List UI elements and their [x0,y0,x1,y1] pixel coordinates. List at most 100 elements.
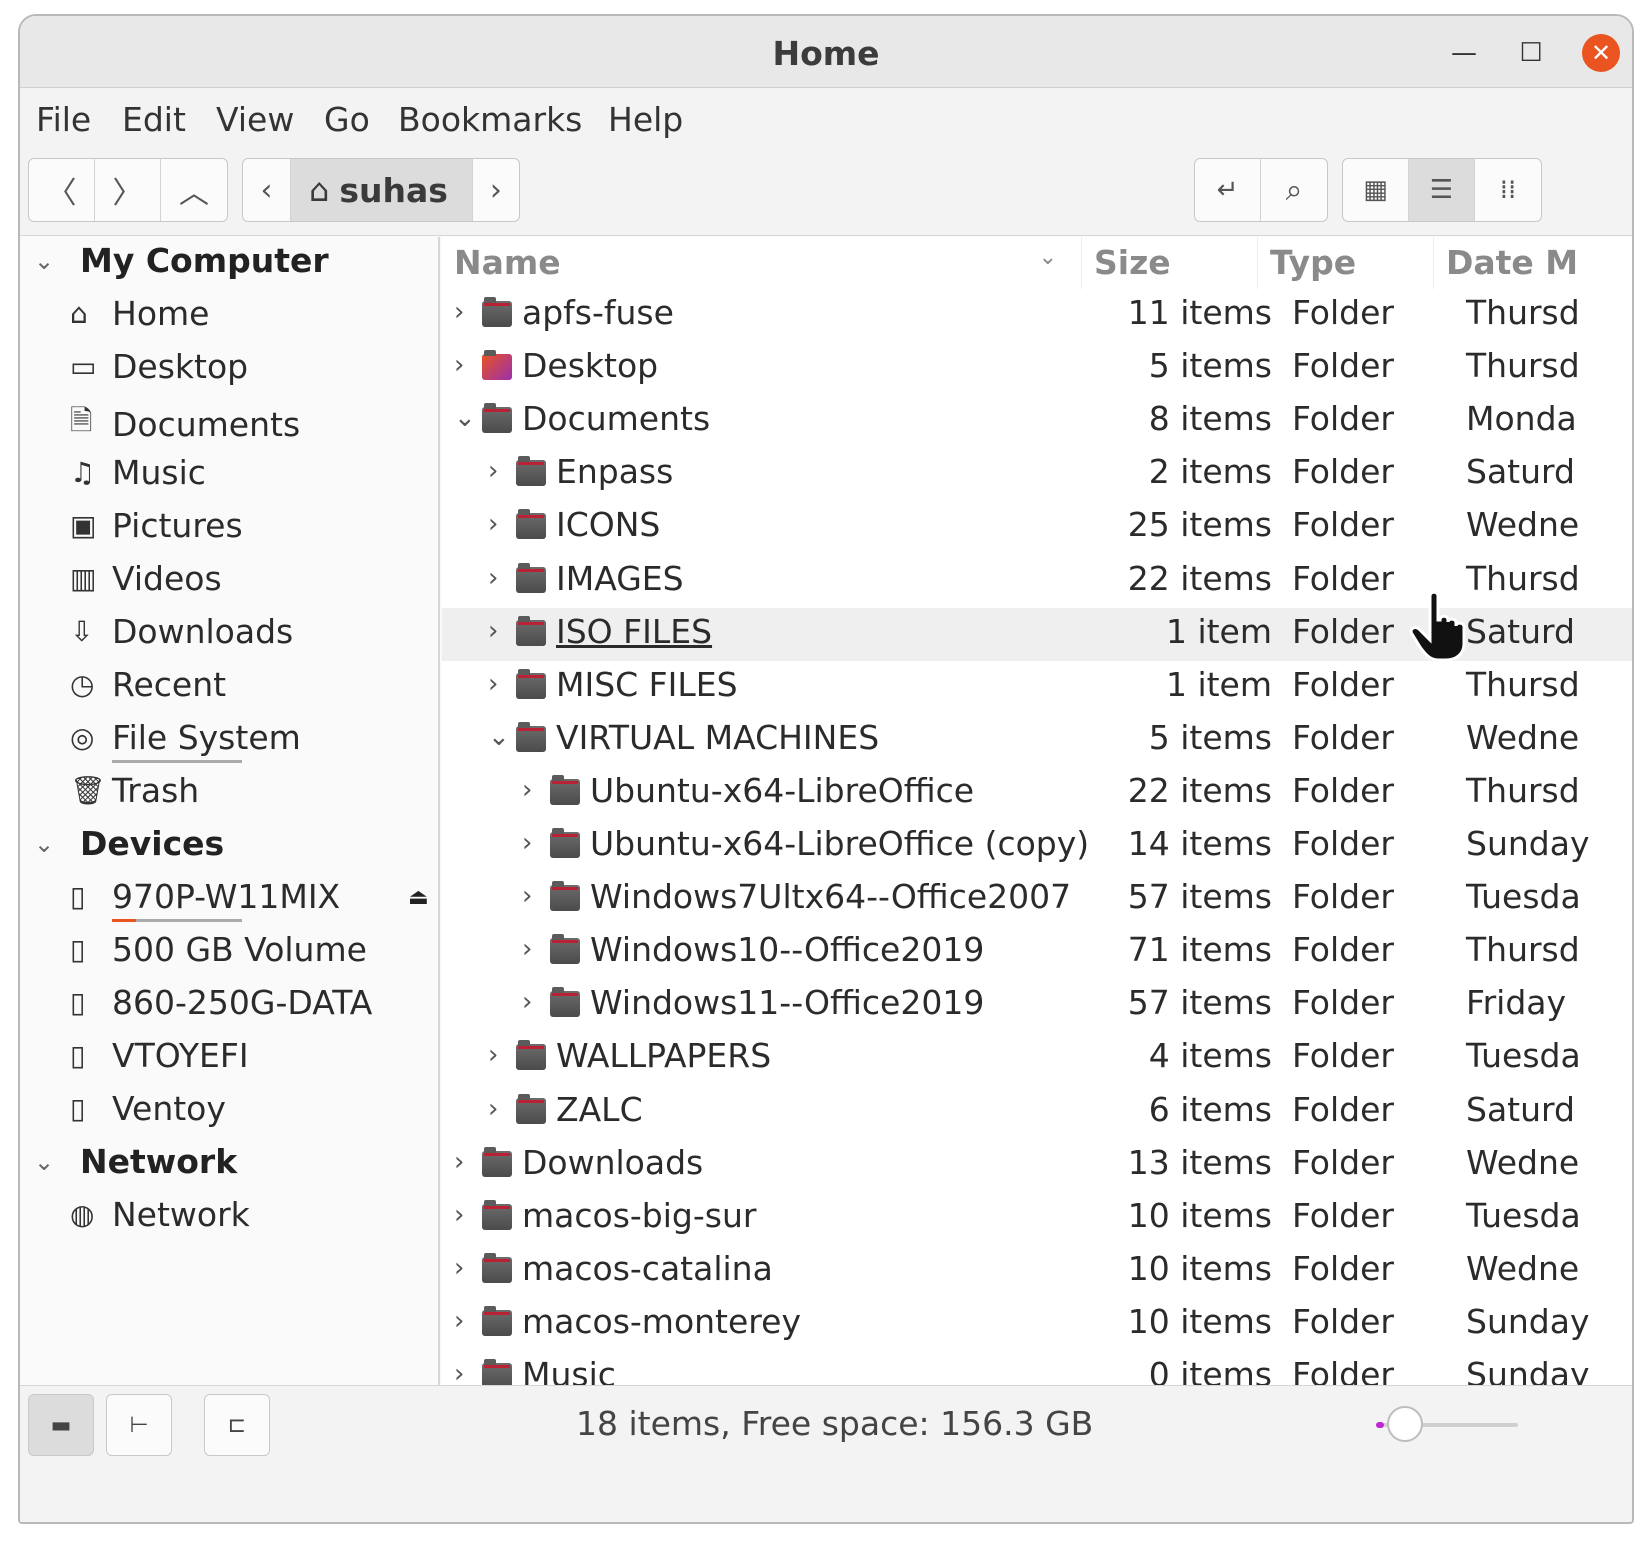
chevron-down-icon[interactable]: ⌄ [454,403,478,433]
breadcrumb-home-item[interactable]: ⌂ suhas [291,159,473,221]
chevron-right-icon[interactable]: › [488,669,512,699]
chevron-right-icon[interactable]: › [522,775,546,805]
file-row[interactable]: › apfs-fuse 11 items Folder Thursd [442,289,1632,342]
sidebar-item-file-system[interactable]: ◎ File System [70,718,301,763]
file-row[interactable]: › Enpass 2 items Folder Saturd [442,448,1632,501]
sidebar-item-music[interactable]: ♫ Music [70,453,206,492]
column-header-type[interactable]: Type [1258,237,1434,289]
sidebar-item-documents[interactable]: 🗎 Documents [70,400,300,448]
icon-view-button[interactable]: ▦ [1343,159,1409,221]
menu-file[interactable]: File [36,100,91,139]
chevron-right-icon[interactable]: › [488,1094,512,1124]
menu-bookmarks[interactable]: Bookmarks [398,100,582,139]
file-row[interactable]: › Windows10--Office2019 71 items Folder Thur… [442,926,1632,979]
sidebar-item-label: Desktop [112,347,249,386]
show-treeview-button[interactable]: ⊢ [106,1394,172,1456]
menu-view[interactable]: View [216,100,294,139]
folder-icon [550,828,580,858]
chevron-right-icon[interactable]: › [522,934,546,964]
file-row[interactable]: › macos-big-sur 10 items Folder Tuesda [442,1192,1632,1245]
sidebar-item-label: 500 GB Volume [112,930,367,969]
menu-help[interactable]: Help [608,100,683,139]
sidebar-item-pictures[interactable]: ▣ Pictures [70,506,243,545]
file-row[interactable]: › Desktop 5 items Folder Thursd [442,342,1632,395]
chevron-right-icon[interactable]: › [454,1200,478,1230]
column-header-name[interactable]: Name ⌄ [442,237,1082,289]
sidebar-item-videos[interactable]: ▥ Videos [70,559,222,598]
sidebar-item-network[interactable]: ◍ Network [70,1195,250,1234]
sidebar-item-trash[interactable]: 🗑 Trash [70,771,199,810]
sidebar-item-ventoy[interactable]: ▯ Ventoy [70,1089,226,1128]
title-bar[interactable]: Home — ☐ ✕ [20,16,1632,88]
list-view-button[interactable]: ☰ [1409,159,1475,221]
column-name-label: Name [454,243,561,282]
column-header-date[interactable]: Date M [1434,237,1632,289]
forward-button[interactable]: 〉 [95,159,161,221]
hide-sidebar-button[interactable]: ⊏ [204,1394,270,1456]
search-button[interactable]: ⌕ [1261,159,1327,221]
chevron-right-icon[interactable]: › [454,350,478,380]
show-places-button[interactable]: ▬ [28,1394,94,1456]
up-button[interactable]: ︿ [161,159,227,221]
chevron-right-icon[interactable]: › [454,1359,478,1385]
close-button[interactable]: ✕ [1582,34,1620,72]
sidebar-section-my-computer[interactable]: ⌄ My Computer [34,241,329,280]
sidebar-item-vtoyefi[interactable]: ▯ VTOYEFI [70,1036,249,1075]
sidebar-section-network[interactable]: ⌄ Network [34,1142,237,1181]
minimize-button[interactable]: — [1445,34,1483,72]
chevron-right-icon[interactable]: › [488,616,512,646]
file-row[interactable]: ⌄ VIRTUAL MACHINES 5 items Folder Wedne [442,714,1632,767]
sidebar-item-500-gb-volume[interactable]: ▯ 500 GB Volume [70,930,367,969]
sidebar-item-desktop[interactable]: ▭ Desktop [70,347,248,386]
file-list[interactable]: Name ⌄ Size Type Date M › apfs-fuse 11 ite… [442,237,1632,1385]
breadcrumb-right-button[interactable]: › [473,159,519,221]
folder-icon [482,297,512,327]
sidebar-section-devices[interactable]: ⌄ Devices [34,824,224,863]
menu-edit[interactable]: Edit [122,100,186,139]
file-size: 2 items [1148,452,1272,492]
file-row[interactable]: › WALLPAPERS 4 items Folder Tuesda [442,1032,1632,1085]
file-row[interactable]: › Windows11--Office2019 57 items Folder Frid… [442,979,1632,1032]
chevron-right-icon[interactable]: › [522,987,546,1017]
file-row[interactable]: › Ubuntu-x64-LibreOffice 22 items Folder Thu… [442,767,1632,820]
file-row[interactable]: › Music 0 items Folder Sunday [442,1351,1632,1385]
chevron-right-icon[interactable]: › [522,881,546,911]
chevron-right-icon[interactable]: › [454,1306,478,1336]
sidebar-item-970p-w11mix[interactable]: ▯ 970P-W11MIX [70,877,340,922]
file-row[interactable]: › MISC FILES 1 item Folder Thursd [442,661,1632,714]
file-row[interactable]: › macos-catalina 10 items Folder Wedne [442,1245,1632,1298]
file-row[interactable]: › ICONS 25 items Folder Wedne [442,501,1632,554]
column-header-size[interactable]: Size [1082,237,1258,289]
file-row[interactable]: › Downloads 13 items Folder Wedne [442,1139,1632,1192]
chevron-down-icon[interactable]: ⌄ [488,722,512,752]
chevron-right-icon[interactable]: › [454,297,478,327]
chevron-right-icon[interactable]: › [454,1253,478,1283]
eject-icon[interactable]: ⏏ [408,885,429,910]
chevron-right-icon[interactable]: › [522,828,546,858]
file-row[interactable]: › ZALC 6 items Folder Saturd [442,1086,1632,1139]
chevron-right-icon[interactable]: › [454,1147,478,1177]
file-type: Folder [1292,1195,1394,1235]
zoom-slider-handle[interactable] [1386,1406,1423,1442]
back-button[interactable]: 〈 [29,159,95,221]
chevron-right-icon[interactable]: › [488,563,512,593]
file-size: 5 items [1148,346,1272,386]
chevron-right-icon[interactable]: › [488,509,512,539]
compact-view-button[interactable]: ⁞⁞ [1475,159,1541,221]
sidebar-item-downloads[interactable]: ⇩ Downloads [70,612,293,651]
file-size: 22 items [1127,770,1272,810]
sidebar-item-recent[interactable]: ◷ Recent [70,665,226,704]
menu-go[interactable]: Go [324,100,370,139]
breadcrumb-left-button[interactable]: ‹ [243,159,291,221]
chevron-right-icon[interactable]: › [488,1040,512,1070]
file-row[interactable]: ⌄ Documents 8 items Folder Monda [442,395,1632,448]
file-row[interactable]: › Ubuntu-x64-LibreOffice (copy) 14 items Fo… [442,820,1632,873]
sidebar-item-860-250g-data[interactable]: ▯ 860-250G-DATA [70,983,372,1022]
file-row[interactable]: › macos-monterey 10 items Folder Sunday [442,1298,1632,1351]
toggle-location-button[interactable]: ↵ [1195,159,1261,221]
chevron-right-icon[interactable]: › [488,456,512,486]
file-row[interactable]: › Windows7Ultx64--Office2007 57 items Folde… [442,873,1632,926]
maximize-button[interactable]: ☐ [1512,34,1550,72]
sidebar-item-home[interactable]: ⌂ Home [70,294,209,333]
trash-icon: 🗑 [70,774,106,807]
